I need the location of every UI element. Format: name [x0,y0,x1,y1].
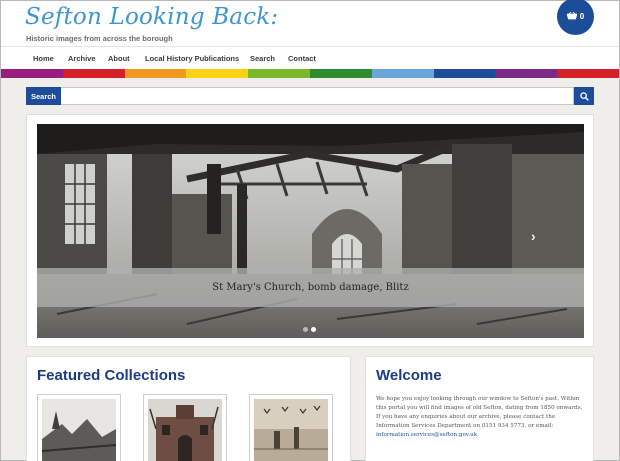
collection-thumbnail-2[interactable] [143,394,227,461]
search-label: Search [26,87,61,105]
rainbow-segment-7 [371,69,434,78]
site-header: Sefton Looking Back: Historic images fro… [1,0,619,46]
ruins-thumbnail-image [42,399,116,461]
rainbow-segment-1 [1,69,63,78]
site-title[interactable]: Sefton Looking Back: [25,4,278,30]
slider-dots [303,327,316,332]
rainbow-segment-2 [62,69,125,78]
image-slider: St Mary's Church, bomb damage, Blitz › [26,114,594,347]
cart-count: 0 [579,12,585,21]
nav-local-history-publications[interactable]: Local History Publications [145,54,239,63]
rainbow-segment-10 [557,69,619,78]
nav-search[interactable]: Search [250,54,275,63]
welcome-panel: Welcome We hope you enjoy looking throug… [365,356,594,461]
main-nav: Home Archive About Local History Publica… [1,46,619,69]
building-thumbnail-image [148,399,222,461]
nav-about[interactable]: About [108,54,130,63]
rainbow-segment-8 [433,69,496,78]
collection-thumbnail-1[interactable] [37,394,121,461]
slide-image[interactable]: St Mary's Church, bomb damage, Blitz › [37,124,584,338]
site-tagline: Historic images from across the borough [26,34,173,43]
nav-home[interactable]: Home [33,54,54,63]
search-icon [579,91,589,101]
featured-collections-heading: Featured Collections [37,367,186,384]
rainbow-segment-3 [124,69,187,78]
search-button[interactable] [574,87,594,105]
welcome-body: We hope you enjoy looking through our wi… [376,396,583,429]
basket-icon [566,12,577,20]
rainbow-segment-9 [495,69,558,78]
rainbow-segment-6 [309,69,372,78]
search-input[interactable] [61,87,574,105]
email-link[interactable]: information.services@sefton.gov.uk [376,432,477,438]
featured-collections-panel: Featured Collections [26,356,351,461]
slider-dot-2[interactable] [311,327,316,332]
seaside-thumbnail-image [254,399,328,461]
chevron-right-icon[interactable]: › [531,228,536,244]
cart-button[interactable]: 0 [557,0,594,35]
rainbow-stripe [1,69,619,78]
rainbow-segment-4 [186,69,249,78]
welcome-heading: Welcome [376,367,442,384]
rainbow-segment-5 [248,69,310,78]
search-bar: Search [26,87,594,105]
nav-contact[interactable]: Contact [288,54,316,63]
nav-archive[interactable]: Archive [68,54,96,63]
slide-caption: St Mary's Church, bomb damage, Blitz [37,268,584,307]
collection-thumbnail-3[interactable] [249,394,333,461]
slider-dot-1[interactable] [303,327,308,332]
welcome-text: We hope you enjoy looking through our wi… [376,395,588,440]
